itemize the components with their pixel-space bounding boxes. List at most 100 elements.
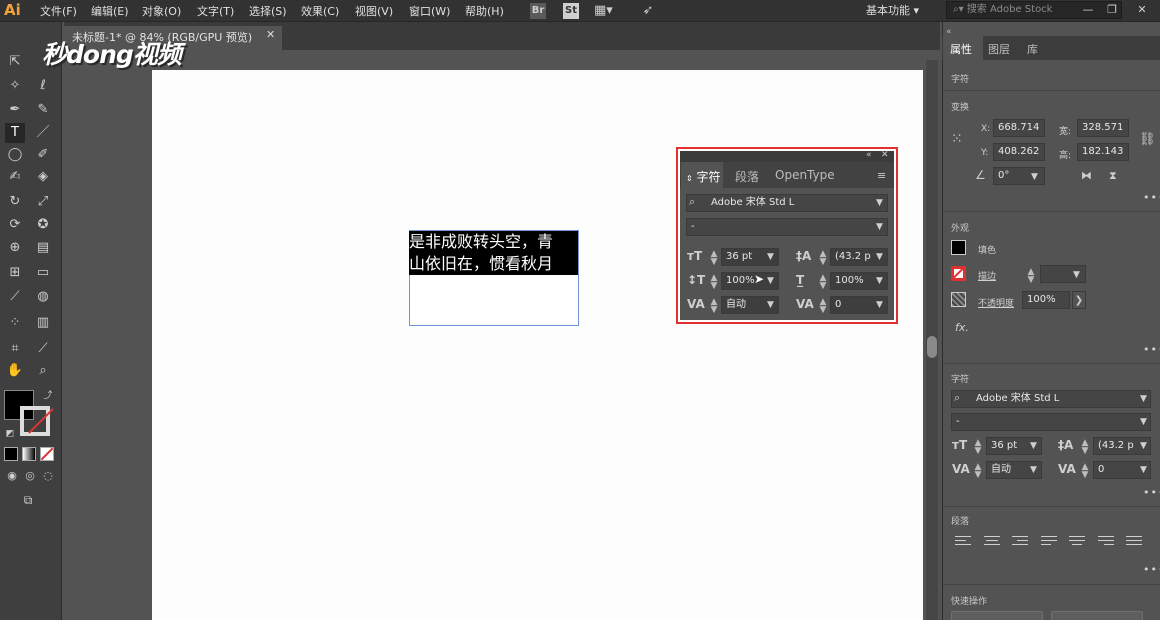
- default-colors-icon[interactable]: ◩: [0, 424, 20, 444]
- gradient-tool-icon[interactable]: ▭: [33, 263, 53, 283]
- chevron-down-icon[interactable]: ▼: [876, 276, 883, 286]
- menu-select[interactable]: 选择(S): [249, 3, 287, 19]
- chevron-down-icon[interactable]: ▼: [876, 252, 883, 262]
- zoom-tool-icon[interactable]: ⌕: [33, 361, 53, 381]
- scrollbar-thumb[interactable]: [927, 336, 937, 358]
- menu-help[interactable]: 帮助(H): [465, 3, 504, 19]
- leading-stepper[interactable]: ▲ ▼: [819, 250, 827, 267]
- quick-action-button-2[interactable]: [1051, 611, 1143, 620]
- rp-font-family-field[interactable]: Adobe 宋体 Std L: [951, 390, 1151, 408]
- screen-mode-icon[interactable]: ⧉: [18, 490, 38, 510]
- font-size-stepper[interactable]: ▲ ▼: [974, 439, 982, 456]
- draw-normal-icon[interactable]: ◉: [2, 466, 22, 486]
- perspective-grid-icon[interactable]: ▤: [33, 238, 53, 258]
- horizontal-scale-stepper[interactable]: ▲ ▼: [819, 274, 827, 291]
- stroke-color-swatch[interactable]: [951, 266, 966, 281]
- stock-icon[interactable]: St: [563, 3, 579, 19]
- menu-file[interactable]: 文件(F): [40, 3, 77, 19]
- scale-tool-icon[interactable]: ⤢: [33, 192, 53, 212]
- menu-window[interactable]: 窗口(W): [409, 3, 450, 19]
- chevron-down-icon[interactable]: ▼: [876, 300, 883, 310]
- align-left-icon[interactable]: [955, 536, 971, 550]
- reference-point-icon[interactable]: ⁙: [951, 131, 963, 147]
- chevron-down-icon[interactable]: ▼: [1140, 441, 1147, 451]
- rotate-tool-icon[interactable]: ↻: [5, 192, 25, 212]
- workspace-switcher[interactable]: 基本功能 ▾: [866, 2, 919, 18]
- symbol-sprayer-icon[interactable]: ⁘: [5, 313, 25, 333]
- stroke-swatch[interactable]: [20, 406, 54, 436]
- constrain-proportions-icon[interactable]: ⛓: [1139, 132, 1156, 147]
- more-options-icon[interactable]: •••: [1143, 563, 1160, 576]
- eraser-icon[interactable]: ◈: [33, 167, 53, 187]
- chevron-down-icon[interactable]: ▼: [1030, 441, 1037, 451]
- justify-all-icon[interactable]: [1126, 536, 1142, 550]
- close-window-button[interactable]: ✕: [1132, 2, 1152, 18]
- chevron-down-icon[interactable]: ▼: [876, 222, 883, 232]
- justify-center-icon[interactable]: [1069, 536, 1085, 550]
- kerning-stepper[interactable]: ▲ ▼: [974, 463, 982, 480]
- font-size-stepper[interactable]: ▲ ▼: [710, 250, 718, 267]
- line-tool-icon[interactable]: ／: [33, 123, 53, 143]
- type-tool-icon[interactable]: T: [5, 123, 25, 143]
- more-options-icon[interactable]: •••: [1143, 486, 1160, 499]
- panel-title-bar[interactable]: « ✕: [680, 150, 894, 162]
- more-options-icon[interactable]: •••: [1143, 191, 1160, 204]
- align-center-icon[interactable]: [984, 536, 1000, 550]
- mesh-tool-icon[interactable]: ⊞: [5, 263, 25, 283]
- opacity-field[interactable]: 100%: [1022, 291, 1070, 309]
- justify-left-icon[interactable]: [1041, 536, 1057, 550]
- tab-paragraph[interactable]: 段落: [735, 168, 759, 185]
- opacity-arrow-icon[interactable]: ❯: [1072, 291, 1086, 309]
- more-options-icon[interactable]: •••: [1143, 343, 1160, 356]
- y-field[interactable]: 408.262: [993, 143, 1045, 161]
- tab-libraries[interactable]: 库: [1027, 41, 1038, 57]
- fill-color-swatch[interactable]: [951, 240, 966, 255]
- x-field[interactable]: 668.714: [993, 119, 1045, 137]
- kerning-stepper[interactable]: ▲ ▼: [710, 298, 718, 315]
- ellipse-tool-icon[interactable]: ◯: [5, 145, 25, 165]
- chevron-down-icon[interactable]: ▼: [1140, 394, 1147, 404]
- align-right-icon[interactable]: [1012, 536, 1028, 550]
- selected-text-line-2[interactable]: 山依旧在，惯看秋月: [409, 253, 578, 275]
- menu-effect[interactable]: 效果(C): [301, 3, 339, 19]
- hand-tool-icon[interactable]: ✋: [5, 361, 25, 381]
- curvature-tool-icon[interactable]: ✎: [33, 100, 53, 120]
- tab-opentype[interactable]: OpenType: [775, 168, 835, 182]
- column-graph-icon[interactable]: ▥: [33, 313, 53, 333]
- menu-edit[interactable]: 编辑(E): [91, 3, 129, 19]
- panel-menu-icon[interactable]: ≡: [877, 169, 886, 182]
- shape-builder-icon[interactable]: ⊕: [5, 238, 25, 258]
- color-mode-icon[interactable]: [4, 447, 18, 461]
- chevron-down-icon[interactable]: ▼: [1140, 417, 1147, 427]
- height-field[interactable]: 182.143: [1077, 143, 1129, 161]
- width-tool-icon[interactable]: ⟳: [5, 215, 25, 235]
- draw-behind-icon[interactable]: ◎: [20, 466, 40, 486]
- paintbrush-icon[interactable]: ✐: [33, 145, 53, 165]
- chevron-down-icon[interactable]: ▼: [876, 198, 883, 208]
- close-panel-icon[interactable]: ✕: [881, 150, 889, 160]
- tab-layers[interactable]: 图层: [988, 41, 1010, 57]
- chevron-down-icon[interactable]: ▼: [1140, 465, 1147, 475]
- selected-text-line-1[interactable]: 是非成败转头空，青: [409, 231, 578, 253]
- gpu-performance-icon[interactable]: ➶: [640, 3, 656, 19]
- stroke-weight-stepper[interactable]: ▲ ▼: [1027, 268, 1035, 285]
- tab-properties[interactable]: 属性: [950, 41, 972, 57]
- lasso-icon[interactable]: ℓ: [33, 76, 53, 96]
- chevron-down-icon[interactable]: ▼: [1030, 465, 1037, 475]
- artboard-tool-icon[interactable]: ⌗: [5, 339, 25, 359]
- opacity-label[interactable]: 不透明度: [978, 296, 1014, 309]
- chevron-down-icon[interactable]: ▼: [767, 276, 774, 286]
- collapse-icon[interactable]: «: [866, 150, 872, 160]
- tab-character[interactable]: ⇕ 字符: [686, 168, 721, 185]
- justify-right-icon[interactable]: [1098, 536, 1114, 550]
- close-tab-icon[interactable]: ✕: [266, 28, 275, 41]
- arrange-documents-icon[interactable]: ▦▾: [594, 3, 613, 19]
- chevron-down-icon[interactable]: ▼: [1073, 270, 1080, 280]
- magic-wand-icon[interactable]: ✧: [5, 76, 25, 96]
- font-family-field[interactable]: Adobe 宋体 Std L: [686, 194, 888, 212]
- puppet-warp-icon[interactable]: ✪: [33, 215, 53, 235]
- draw-inside-icon[interactable]: ◌: [38, 466, 58, 486]
- flip-vertical-icon[interactable]: ⧗: [1109, 169, 1117, 183]
- rp-font-style-field[interactable]: -: [951, 413, 1151, 431]
- tracking-stepper[interactable]: ▲ ▼: [819, 298, 827, 315]
